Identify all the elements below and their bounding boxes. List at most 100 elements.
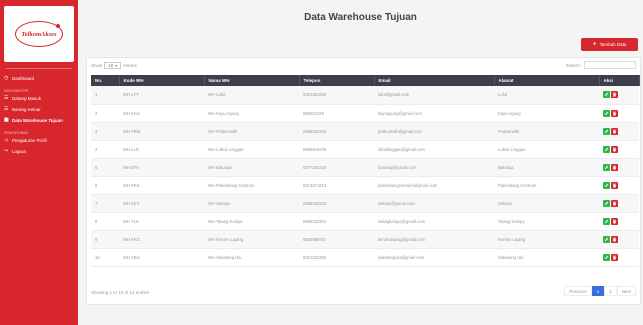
search-control: Search: xyxy=(565,61,636,69)
table-row: 4 WH LLG WH Lubuk Linggau 0899919230 lubukli… xyxy=(91,140,639,159)
table-cell: Sekayu xyxy=(494,194,599,213)
pencil-icon xyxy=(605,165,609,169)
table-cell: Sukarang Ulu xyxy=(494,248,599,267)
table-cell: Kenten Laping xyxy=(494,230,599,249)
logo[interactable]: TelkomAkses xyxy=(4,6,74,62)
trash-icon xyxy=(612,147,617,151)
trash-icon xyxy=(612,165,617,169)
warehouse-icon: ▦ xyxy=(4,117,9,123)
sidebar-item-label: Pengaturan Profil xyxy=(12,138,47,143)
edit-button[interactable] xyxy=(603,253,610,261)
table-cell: WH Sukarang Ulu xyxy=(204,248,299,267)
edit-button[interactable] xyxy=(603,163,610,171)
trash-icon xyxy=(612,129,617,133)
edit-button[interactable] xyxy=(603,181,610,189)
page-2-button[interactable]: 2 xyxy=(604,286,617,296)
table-cell: 0899919230 xyxy=(299,140,374,159)
delete-button[interactable] xyxy=(611,253,618,261)
column-header[interactable]: No. xyxy=(91,75,120,86)
column-header[interactable]: Alamat xyxy=(494,75,600,86)
sidebar-item-logout[interactable]: ↪ Logout xyxy=(0,146,78,157)
delete-button[interactable] xyxy=(611,199,618,207)
table-cell: WH SKY xyxy=(119,194,204,213)
page-title: Data Warehouse Tujuan xyxy=(304,12,417,23)
pencil-icon xyxy=(605,201,609,205)
logo-mark: TelkomAkses xyxy=(15,21,63,47)
sidebar-item-label: Logout xyxy=(12,149,26,154)
table-cell: WH KRG xyxy=(119,230,204,249)
delete-button[interactable] xyxy=(611,181,618,189)
sidebar-heading: Data Master xyxy=(4,89,29,93)
delete-button[interactable] xyxy=(611,127,618,135)
table-row: 6 WH PKE WH Palembang Centrum 0813271912 pal… xyxy=(91,176,639,195)
table-cell: 0899334334 xyxy=(299,122,374,141)
table-row: 2 WH KAG WH Kayu Agung 086004229 kayuagung@g… xyxy=(91,104,639,123)
edit-button[interactable] xyxy=(603,145,610,153)
sidebar-item-data-warehouse-tujuan[interactable]: ▦ Data Warehouse Tujuan xyxy=(0,115,78,126)
table-cell: Lubuk Linggau xyxy=(494,140,599,159)
add-data-button[interactable]: + Tambah Data xyxy=(581,38,638,51)
chevron-down-icon: ▾ xyxy=(115,63,118,68)
table-cell: 3 xyxy=(91,122,119,141)
table-cell: WH Sekayu xyxy=(204,194,299,213)
delete-button[interactable] xyxy=(611,109,618,117)
table-row: 8 WH TLK WH Talang Kelapa 0856333301 talangk… xyxy=(91,212,639,231)
column-header[interactable]: Telepon xyxy=(299,75,375,86)
table-row: 3 WH PBM WH Prabumulih 0899334334 prabumulih… xyxy=(91,122,639,141)
table-cell: 0826889767 xyxy=(299,230,374,249)
edit-button[interactable] xyxy=(603,199,610,207)
table-cell: Talang Kelapa xyxy=(494,212,599,231)
search-input[interactable] xyxy=(584,61,636,69)
edit-button[interactable] xyxy=(603,91,610,99)
sidebar-item-dashboard[interactable]: ◷ Dashboard xyxy=(0,73,78,84)
table-cell: 0821332382 xyxy=(299,248,374,267)
column-header[interactable]: Kode WH xyxy=(119,75,205,86)
actions-cell xyxy=(599,104,639,123)
actions-cell xyxy=(599,248,639,267)
sidebar-item-barang-keluar[interactable]: ☰ Barang Keluar xyxy=(0,104,78,115)
column-header[interactable]: Nama WH xyxy=(204,75,300,86)
table-cell: Prabumulih xyxy=(494,122,599,141)
table-cell: WH BTA xyxy=(119,158,204,177)
delete-button[interactable] xyxy=(611,91,618,99)
main-content: Data Warehouse Tujuan + Tambah Data Show… xyxy=(78,0,643,325)
entries-label: entries xyxy=(123,63,137,68)
column-header[interactable]: Aksi xyxy=(599,75,640,86)
pencil-icon xyxy=(605,183,609,187)
table-cell: Baturaja xyxy=(494,158,599,177)
next-button[interactable]: Next xyxy=(616,286,636,296)
entries-select-value: 10 xyxy=(108,63,114,68)
sidebar-item-pengaturan-profil[interactable]: ☺ Pengaturan Profil xyxy=(0,135,78,146)
page-1-button[interactable]: 1 xyxy=(591,286,605,296)
table-cell: WH Baturaja xyxy=(204,158,299,177)
pencil-icon xyxy=(605,237,609,241)
table-cell: 1 xyxy=(91,86,119,105)
actions-cell xyxy=(599,158,639,177)
column-header[interactable]: Email xyxy=(374,75,495,86)
sidebar-item-label: Datang Masuk xyxy=(12,96,42,101)
table-row: 1 WH LFT WH Lufut 0821391392 lufut@gmail.com… xyxy=(91,86,639,105)
show-label: Show xyxy=(91,63,103,68)
previous-button[interactable]: Previous xyxy=(564,286,592,296)
actions-cell xyxy=(599,86,639,105)
table-cell: WH Prabumulih xyxy=(204,122,299,141)
edit-button[interactable] xyxy=(603,109,610,117)
logo-dot xyxy=(56,24,60,28)
table-cell: WH Palembang Centrum xyxy=(204,176,299,195)
trash-icon xyxy=(612,255,617,259)
actions-cell xyxy=(599,230,639,249)
sidebar-item-datang-masuk[interactable]: ☰ Datang Masuk xyxy=(0,93,78,104)
table-cell: WH PBM xyxy=(119,122,204,141)
table-cell: WH KAG xyxy=(119,104,204,123)
edit-button[interactable] xyxy=(603,127,610,135)
edit-button[interactable] xyxy=(603,235,610,243)
pencil-icon xyxy=(605,219,609,223)
delete-button[interactable] xyxy=(611,163,618,171)
table-card: Show 10 ▾ entries Search: No. Kode WH Nama… xyxy=(86,57,641,305)
delete-button[interactable] xyxy=(611,235,618,243)
table-cell: 0877324334 xyxy=(299,158,374,177)
edit-button[interactable] xyxy=(603,217,610,225)
delete-button[interactable] xyxy=(611,145,618,153)
delete-button[interactable] xyxy=(611,217,618,225)
entries-select[interactable]: 10 ▾ xyxy=(104,62,122,69)
